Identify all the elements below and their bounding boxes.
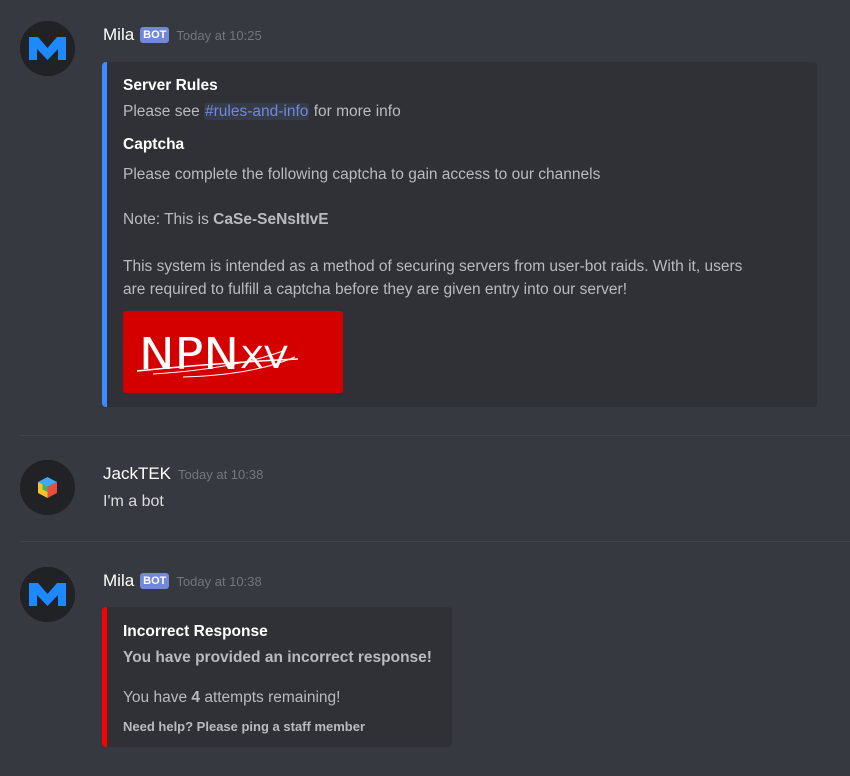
message-divider bbox=[20, 435, 850, 436]
timestamp[interactable]: Today at 10:38 bbox=[176, 574, 261, 589]
avatar[interactable] bbox=[20, 460, 75, 515]
embed-field-text: Please complete the following captcha to… bbox=[123, 166, 601, 183]
channel-mention-link[interactable]: #rules-and-info bbox=[204, 103, 310, 120]
embed-attempts-text: You have 4 attempts remaining! bbox=[123, 689, 340, 707]
embed-subtitle: You have provided an incorrect response! bbox=[123, 649, 432, 666]
bot-tag: BOT bbox=[140, 27, 170, 43]
embed-field-text: Please see #rules-and-info for more info bbox=[123, 103, 401, 121]
embed-incorrect-response: Incorrect Response You have provided an … bbox=[102, 607, 452, 747]
embed-paragraph-line: are required to fulfill a captcha before… bbox=[123, 281, 628, 298]
text-segment: attempts remaining! bbox=[200, 689, 341, 706]
message-header: JackTEK Today at 10:38 bbox=[103, 462, 263, 486]
message-header: Mila BOT Today at 10:25 bbox=[103, 23, 262, 47]
embed-title: Incorrect Response bbox=[123, 623, 268, 640]
message-divider bbox=[20, 541, 850, 542]
text-segment: You have bbox=[123, 689, 192, 706]
username[interactable]: JackTEK bbox=[103, 464, 171, 484]
username[interactable]: Mila bbox=[103, 571, 134, 591]
attempts-count: 4 bbox=[191, 689, 201, 706]
text-segment: Note: This is bbox=[123, 211, 214, 228]
colored-cube-icon bbox=[20, 460, 75, 515]
embed-field-title: Captcha bbox=[123, 136, 185, 153]
mila-m-logo-icon bbox=[20, 21, 75, 76]
bot-tag: BOT bbox=[140, 573, 170, 589]
mila-m-logo-icon bbox=[20, 567, 75, 622]
avatar[interactable] bbox=[20, 21, 75, 76]
timestamp[interactable]: Today at 10:38 bbox=[178, 467, 263, 482]
captcha-text-major: NPN bbox=[139, 329, 239, 380]
timestamp[interactable]: Today at 10:25 bbox=[176, 28, 261, 43]
message-header: Mila BOT Today at 10:38 bbox=[103, 569, 262, 593]
embed-paragraph-line: This system is intended as a method of s… bbox=[123, 258, 743, 275]
embed-field-title: Server Rules bbox=[123, 77, 218, 94]
embed-note: Note: This is CaSe-SeNsItIvE bbox=[123, 211, 329, 229]
captcha-image[interactable]: NPN XV bbox=[123, 311, 343, 393]
chat-messages: Mila BOT Today at 10:25 Server Rules Ple… bbox=[0, 0, 850, 776]
case-sensitive-text: CaSe-SeNsItIvE bbox=[213, 211, 329, 228]
text-segment: for more info bbox=[309, 103, 401, 120]
embed-footer: Need help? Please ping a staff member bbox=[123, 719, 366, 734]
avatar[interactable] bbox=[20, 567, 75, 622]
captcha-text-minor: XV bbox=[240, 341, 289, 376]
message-content: I'm a bot bbox=[103, 493, 164, 510]
username[interactable]: Mila bbox=[103, 25, 134, 45]
embed-captcha: Server Rules Please see #rules-and-info … bbox=[102, 62, 817, 407]
text-segment: Please see bbox=[123, 103, 204, 120]
